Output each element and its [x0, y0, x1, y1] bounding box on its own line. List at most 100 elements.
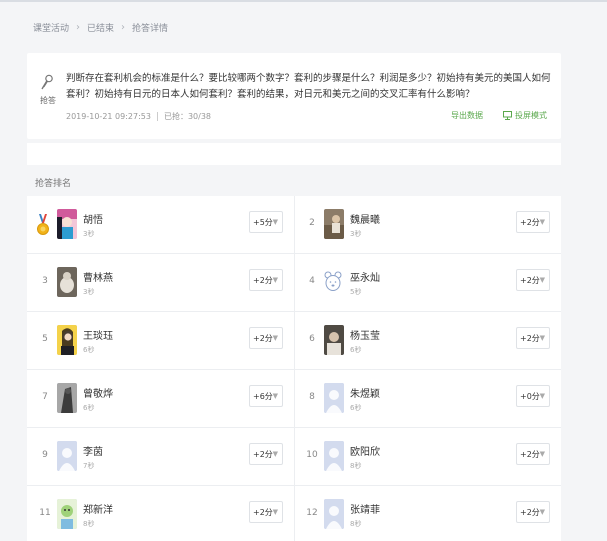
question-datetime: 2019-10-21 09:27:53: [66, 112, 151, 121]
avatar: [57, 209, 77, 239]
score-value: +2分: [253, 449, 273, 459]
avatar: [57, 267, 77, 297]
student-name: 魏晨曦: [350, 215, 380, 226]
ranking-entry: 9 李茵 7秒 +2分 ▼: [27, 428, 294, 486]
rank-number: 12: [306, 508, 318, 518]
answer-time: 6秒: [350, 346, 362, 354]
rank-number: 4: [309, 276, 315, 286]
screen-mode-label: 投屏模式: [515, 111, 547, 120]
ranking-entry: 7 曾敬烨 6秒 +6分 ▼: [27, 370, 294, 428]
rank-number: 9: [42, 450, 48, 460]
score-select[interactable]: +2分 ▼: [516, 211, 550, 233]
export-data-button[interactable]: 导出数据: [451, 110, 483, 121]
score-select[interactable]: +2分 ▼: [249, 269, 283, 291]
answer-time: 8秒: [350, 462, 362, 470]
meta-divider: [156, 112, 158, 121]
avatar: [324, 383, 344, 413]
answer-time: 3秒: [83, 288, 95, 296]
avatar: [324, 209, 344, 239]
score-value: +2分: [253, 507, 273, 517]
breadcrumb-item-activities[interactable]: 课堂活动: [33, 21, 69, 34]
avatar: [57, 441, 77, 471]
avatar: [57, 383, 77, 413]
caret-down-icon: ▼: [539, 218, 545, 226]
student-name: 朱煜颖: [350, 389, 380, 400]
score-select[interactable]: +5分 ▼: [249, 211, 283, 233]
avatar: [57, 499, 77, 529]
avatar: [324, 441, 344, 471]
score-value: +2分: [253, 275, 273, 285]
caret-down-icon: ▼: [272, 276, 278, 284]
caret-down-icon: ▼: [539, 508, 545, 516]
score-select[interactable]: +6分 ▼: [249, 385, 283, 407]
score-select[interactable]: +0分 ▼: [516, 385, 550, 407]
screen-mode-button[interactable]: 投屏模式: [503, 110, 547, 121]
ranking-list: 胡悟 3秒 +5分 ▼ 2 魏晨曦 3秒 +2分 ▼ 3 曹林燕 3秒 +2分 ▼ 4 巫永灿 5秒 +2分 ▼ 5 王…: [27, 196, 561, 541]
ranking-entry: 12 张靖菲 8秒 +2分 ▼: [294, 486, 561, 541]
score-select[interactable]: +2分 ▼: [516, 501, 550, 523]
caret-down-icon: ▼: [539, 276, 545, 284]
rank-number: 7: [42, 392, 48, 402]
breadcrumb: 课堂活动 › 已结束 › 抢答详情: [33, 20, 168, 34]
student-name: 胡悟: [83, 215, 103, 226]
caret-down-icon: ▼: [539, 450, 545, 458]
student-name: 张靖菲: [350, 505, 380, 516]
ranking-entry: 6 杨玉莹 6秒 +2分 ▼: [294, 312, 561, 370]
caret-down-icon: ▼: [272, 450, 278, 458]
ranking-entry: 3 曹林燕 3秒 +2分 ▼: [27, 254, 294, 312]
student-name: 李茵: [83, 447, 103, 458]
student-name: 巫永灿: [350, 273, 380, 284]
student-name: 王琰珏: [83, 331, 113, 342]
score-value: +2分: [520, 275, 540, 285]
score-select[interactable]: +2分 ▼: [516, 327, 550, 349]
rank-number: 11: [39, 508, 51, 518]
answer-time: 8秒: [83, 520, 95, 528]
student-name: 曹林燕: [83, 273, 113, 284]
answer-time: 5秒: [350, 288, 362, 296]
ranking-row: 3 曹林燕 3秒 +2分 ▼ 4 巫永灿 5秒 +2分 ▼: [27, 254, 561, 312]
ranking-entry: 5 王琰珏 6秒 +2分 ▼: [27, 312, 294, 370]
score-value: +2分: [520, 217, 540, 227]
score-select[interactable]: +2分 ▼: [516, 443, 550, 465]
score-value: +2分: [253, 333, 273, 343]
ranking-row: 胡悟 3秒 +5分 ▼ 2 魏晨曦 3秒 +2分 ▼: [27, 196, 561, 254]
score-value: +2分: [520, 507, 540, 517]
answer-time: 3秒: [83, 230, 95, 238]
student-name: 郑新洋: [83, 505, 113, 516]
avatar: [57, 325, 77, 355]
screen-icon: [503, 111, 512, 120]
caret-down-icon: ▼: [539, 392, 545, 400]
ranking-entry: 10 欧阳欣 8秒 +2分 ▼: [294, 428, 561, 486]
answered-count: 已抢：30/38: [163, 112, 212, 121]
score-select[interactable]: +2分 ▼: [249, 501, 283, 523]
ranking-entry: 2 魏晨曦 3秒 +2分 ▼: [294, 196, 561, 254]
ranking-entry: 11 郑新洋 8秒 +2分 ▼: [27, 486, 294, 541]
answer-time: 7秒: [83, 462, 95, 470]
question-text: 判断存在套利机会的标准是什么？要比较哪两个数字？套利的步骤是什么？利润是多少？初…: [66, 73, 551, 100]
top-border: [0, 0, 607, 2]
ranking-entry: 4 巫永灿 5秒 +2分 ▼: [294, 254, 561, 312]
rank-number: 10: [306, 450, 318, 460]
bear-avatar-icon: [324, 271, 342, 291]
score-select[interactable]: +2分 ▼: [249, 443, 283, 465]
rank-number: 6: [309, 334, 315, 344]
answer-time: 8秒: [350, 520, 362, 528]
rank-number: 3: [42, 276, 48, 286]
answer-time: 6秒: [83, 404, 95, 412]
caret-down-icon: ▼: [539, 334, 545, 342]
score-select[interactable]: +2分 ▼: [249, 327, 283, 349]
score-value: +2分: [520, 449, 540, 459]
avatar: [324, 499, 344, 529]
question-meta: 2019-10-21 09:27:53 已抢：30/38: [66, 111, 211, 122]
score-value: +0分: [520, 391, 540, 401]
breadcrumb-item-current: 抢答详情: [132, 23, 169, 34]
student-name: 杨玉莹: [350, 331, 380, 342]
rank-number: 8: [309, 392, 315, 402]
question-type-label: 抢答: [40, 96, 56, 105]
ranking-entry: 8 朱煜颖 6秒 +0分 ▼: [294, 370, 561, 428]
question-card-footer: [27, 143, 561, 165]
caret-down-icon: ▼: [272, 392, 278, 400]
score-select[interactable]: +2分 ▼: [516, 269, 550, 291]
ranking-row: 7 曾敬烨 6秒 +6分 ▼ 8 朱煜颖 6秒 +0分 ▼: [27, 370, 561, 428]
breadcrumb-item-ended[interactable]: 已结束: [87, 21, 114, 34]
